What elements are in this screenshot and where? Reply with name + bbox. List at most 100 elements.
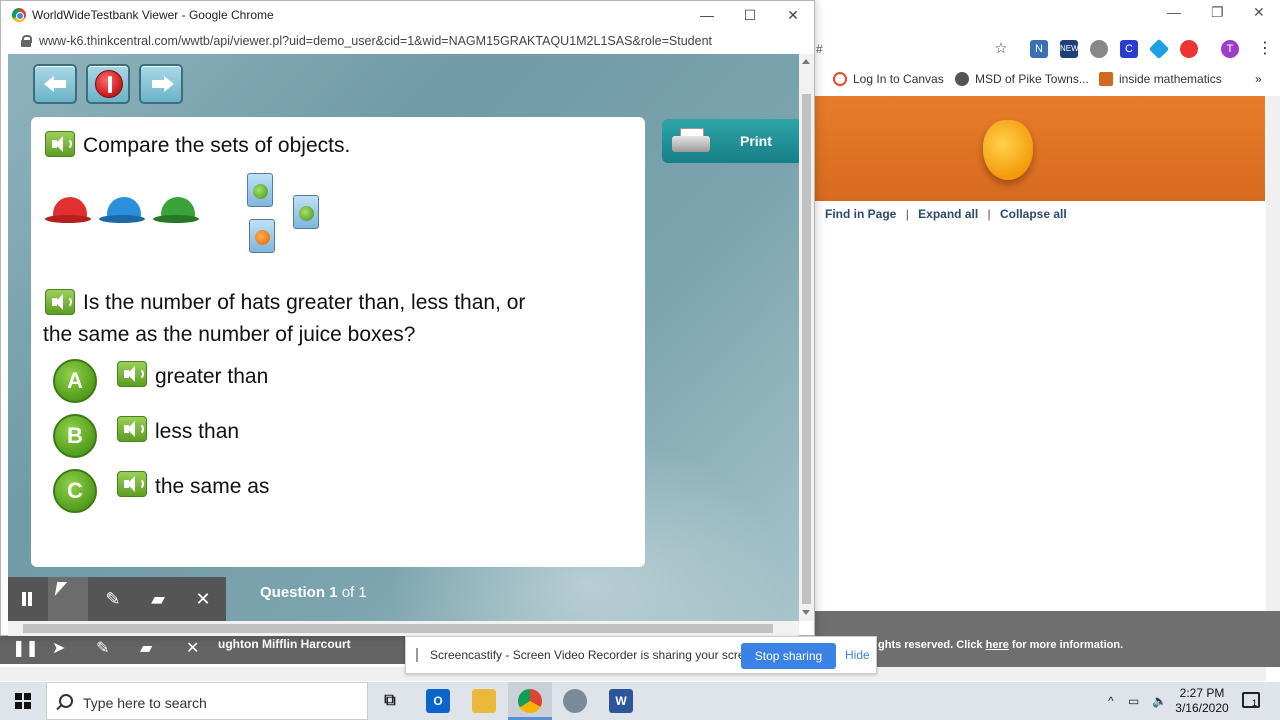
minimize-icon[interactable]: — bbox=[1167, 4, 1181, 20]
find-in-page-link[interactable]: Find in Page bbox=[825, 207, 896, 221]
horizontal-scrollbar[interactable] bbox=[8, 621, 799, 636]
address-bar[interactable]: www-k6.thinkcentral.com/wwtb/api/viewer.… bbox=[1, 29, 814, 53]
option-a-circle[interactable]: A bbox=[53, 359, 97, 403]
background-url-tail[interactable]: # bbox=[816, 42, 823, 56]
viewer-window: WorldWideTestbank Viewer - Google Chrome… bbox=[0, 0, 815, 636]
extension-news-icon[interactable]: NEW bbox=[1060, 40, 1079, 58]
restore-icon[interactable]: ❐ bbox=[1211, 4, 1224, 21]
arrow-left-icon bbox=[44, 75, 68, 93]
scroll-thumb[interactable] bbox=[23, 624, 773, 633]
volume-icon[interactable]: 🔈 bbox=[1152, 694, 1167, 708]
sharing-message: Screencastify - Screen Video Recorder is… bbox=[430, 648, 762, 662]
option-label[interactable]: less than bbox=[155, 420, 239, 444]
browser-menu-icon[interactable]: ⋮ bbox=[1256, 40, 1274, 58]
taskbar-search-box[interactable]: Type here to search bbox=[46, 682, 368, 720]
extension-circle-icon[interactable] bbox=[1090, 40, 1108, 58]
screencastify-extension-icon[interactable] bbox=[1180, 40, 1198, 58]
option-c-circle[interactable]: C bbox=[53, 469, 97, 513]
highlighter-icon[interactable]: ▰ bbox=[146, 587, 170, 611]
hide-button[interactable]: Hide bbox=[845, 648, 870, 662]
juice-box bbox=[247, 173, 273, 207]
hat-blue bbox=[99, 197, 149, 227]
previous-button[interactable] bbox=[33, 64, 77, 104]
annotation-toolbar: ✎ ▰ ✕ bbox=[8, 577, 226, 621]
publisher-text: ughton Mifflin Harcourt bbox=[218, 637, 351, 651]
notifications-icon[interactable]: 1 bbox=[1242, 692, 1260, 708]
bg-pointer-icon[interactable]: ➤ bbox=[52, 638, 65, 658]
thinkcentral-banner bbox=[815, 96, 1265, 201]
collapse-all-link[interactable]: Collapse all bbox=[1000, 207, 1067, 221]
question-text: Is the number of hats greater than, less… bbox=[43, 291, 526, 346]
url-text[interactable]: www-k6.thinkcentral.com/wwtb/api/viewer.… bbox=[39, 34, 712, 48]
hat-green bbox=[153, 197, 203, 227]
speaker-icon[interactable] bbox=[117, 416, 147, 442]
arrow-right-icon bbox=[150, 75, 174, 93]
system-clock[interactable]: 2:27 PM 3/16/2020 bbox=[1172, 686, 1232, 716]
outlook-icon[interactable]: O bbox=[426, 689, 450, 713]
vertical-scrollbar[interactable] bbox=[799, 54, 814, 621]
window-titlebar: WorldWideTestbank Viewer - Google Chrome… bbox=[1, 1, 814, 29]
bg-eraser-icon[interactable]: ▰ bbox=[140, 638, 152, 658]
profile-avatar[interactable]: T bbox=[1221, 40, 1239, 58]
speaker-icon[interactable] bbox=[117, 361, 147, 387]
file-explorer-icon[interactable] bbox=[472, 689, 496, 713]
paint-icon[interactable] bbox=[563, 689, 587, 713]
extension-c-icon[interactable]: C bbox=[1120, 40, 1138, 58]
expand-all-link[interactable]: Expand all bbox=[918, 207, 978, 221]
question-card: Compare the sets of objects. Is the numb… bbox=[31, 117, 645, 567]
bookmark-msd-pike[interactable]: MSD of Pike Towns... bbox=[955, 72, 1089, 86]
bg-pen-icon[interactable]: ✎ bbox=[96, 638, 109, 658]
drag-handle-icon[interactable] bbox=[416, 648, 418, 662]
windows-logo-icon bbox=[15, 693, 31, 709]
stop-sharing-button[interactable]: Stop sharing bbox=[741, 643, 836, 669]
bg-close-icon[interactable]: ✕ bbox=[186, 638, 199, 658]
lock-icon bbox=[21, 35, 32, 47]
more-bookmarks-icon[interactable]: » bbox=[1255, 72, 1262, 86]
page-tools-links: Find in Page | Expand all | Collapse all bbox=[825, 207, 1067, 221]
canvas-icon bbox=[833, 72, 847, 86]
here-link[interactable]: here bbox=[986, 639, 1009, 651]
bookmarks-bar: Log In to Canvas MSD of Pike Towns... in… bbox=[815, 66, 1280, 92]
start-button[interactable] bbox=[0, 682, 46, 720]
option-b-circle[interactable]: B bbox=[53, 414, 97, 458]
stop-button[interactable] bbox=[86, 64, 130, 104]
bookmark-inside-mathematics[interactable]: inside mathematics bbox=[1099, 72, 1222, 86]
chrome-taskbar-icon[interactable] bbox=[518, 689, 542, 713]
question-prompt: Compare the sets of objects. bbox=[83, 134, 351, 157]
speaker-icon[interactable] bbox=[117, 471, 147, 497]
scroll-thumb[interactable] bbox=[802, 94, 811, 604]
pen-icon[interactable]: ✎ bbox=[101, 587, 125, 611]
option-label[interactable]: greater than bbox=[155, 365, 268, 389]
close-icon[interactable]: ✕ bbox=[1253, 4, 1265, 21]
print-button[interactable]: Print bbox=[662, 119, 799, 163]
close-tools-icon[interactable]: ✕ bbox=[191, 587, 215, 611]
copyright-footer: ghts reserved. Click here for more infor… bbox=[878, 639, 1124, 651]
globe-icon bbox=[955, 72, 969, 86]
option-label[interactable]: the same as bbox=[155, 475, 269, 499]
task-view-icon[interactable]: ⧉ bbox=[378, 689, 402, 713]
bookmark-canvas[interactable]: Log In to Canvas bbox=[833, 72, 944, 86]
search-icon bbox=[59, 694, 73, 708]
testbank-viewer: Compare the sets of objects. Is the numb… bbox=[8, 54, 799, 621]
juice-box bbox=[249, 219, 275, 253]
scroll-down-icon[interactable] bbox=[802, 610, 810, 615]
pointer-icon[interactable] bbox=[48, 577, 88, 621]
background-scrollbar[interactable] bbox=[1266, 96, 1280, 666]
whistle-logo-icon bbox=[983, 120, 1033, 180]
windows-taskbar: Type here to search ⧉ O W ^ ▭ 🔈 2:27 PM … bbox=[0, 682, 1280, 720]
word-icon[interactable]: W bbox=[609, 689, 633, 713]
printer-icon bbox=[672, 128, 710, 154]
battery-icon[interactable]: ▭ bbox=[1128, 694, 1139, 708]
extension-icon[interactable]: N bbox=[1030, 40, 1048, 58]
bookmark-star-icon[interactable]: ☆ bbox=[992, 40, 1010, 58]
minimize-icon[interactable]: — bbox=[697, 5, 717, 25]
show-hidden-icons-icon[interactable]: ^ bbox=[1108, 694, 1114, 708]
scroll-up-icon[interactable] bbox=[802, 59, 810, 64]
maximize-icon[interactable]: ☐ bbox=[740, 5, 760, 25]
close-icon[interactable]: ✕ bbox=[783, 5, 803, 25]
pause-icon[interactable] bbox=[15, 587, 39, 611]
bg-pause-icon[interactable]: ❚❚ bbox=[12, 638, 39, 658]
speaker-icon[interactable] bbox=[45, 131, 75, 157]
juice-box bbox=[293, 195, 319, 229]
next-button[interactable] bbox=[139, 64, 183, 104]
